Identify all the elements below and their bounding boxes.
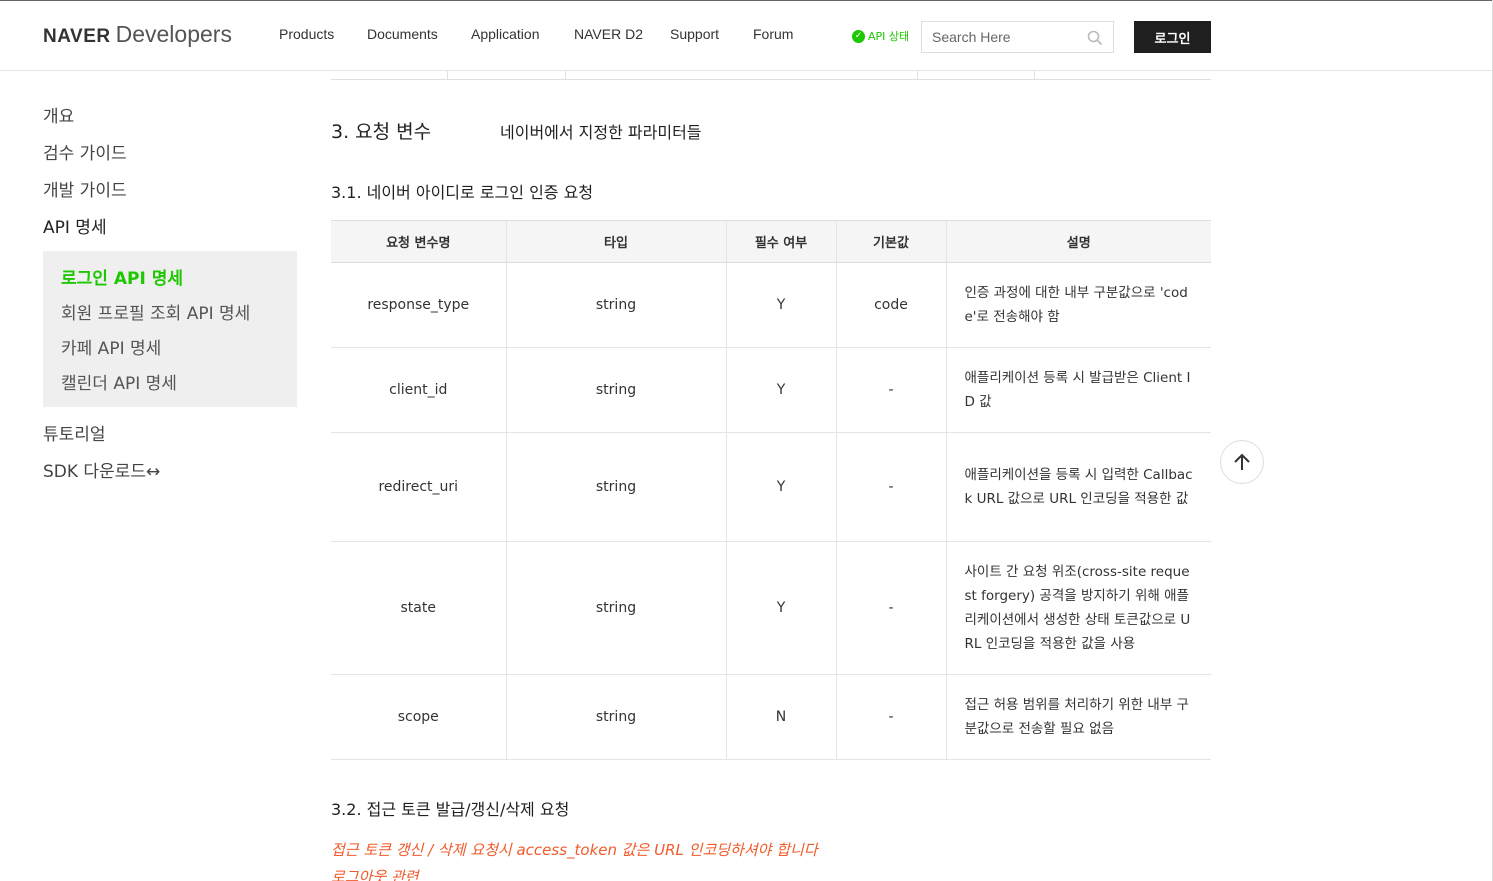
param-name-cell: client_id [331,347,506,433]
param-description-cell: 사이트 간 요청 위조(cross-site request forgery) … [945,541,1211,675]
nav-support[interactable]: Support [670,26,719,42]
submenu-login-api[interactable]: 로그인 API 명세 [61,264,183,289]
param-required-cell: Y [725,432,836,542]
column-header: 기본값 [835,220,946,263]
api-status-link[interactable]: ✓ API 상태 [852,28,909,44]
sidebar-item-overview[interactable]: 개요 [43,102,74,127]
param-default-cell: - [835,347,946,433]
naver-developers-logo[interactable]: NAVER Developers [43,21,232,51]
nav-naver-d2[interactable]: NAVER D2 [574,26,643,42]
param-required-cell: Y [725,347,836,433]
param-required-cell: Y [725,262,836,348]
search-icon[interactable] [1087,30,1103,46]
table-row: client_id string Y - 애플리케이션 등록 시 발급받은 Cl… [331,347,1211,433]
column-header: 설명 [945,220,1211,263]
table-header-row: 요청 변수명 타입 필수 여부 기본값 설명 [331,220,1211,263]
param-description-cell: 애플리케이션을 등록 시 입력한 Callback URL 값으로 URL 인코… [945,432,1211,542]
subsection-token-request: 3.2. 접근 토큰 발급/갱신/삭제 요청 [331,800,570,819]
nav-documents[interactable]: Documents [367,26,438,42]
table-row: state string Y - 사이트 간 요청 위조(cross-site … [331,541,1211,675]
param-required-cell: Y [725,541,836,675]
column-header: 타입 [505,220,726,263]
section-title: 3. 요청 변수 [331,121,432,143]
request-params-table: 요청 변수명 타입 필수 여부 기본값 설명 response_type str… [331,220,1211,760]
param-type-cell: string [505,262,726,348]
search-input[interactable] [922,22,1082,52]
submenu-calendar-api[interactable]: 캘린더 API 명세 [61,369,177,394]
sidebar-item-review-guide[interactable]: 검수 가이드 [43,139,127,164]
table-row: redirect_uri string Y - 애플리케이션을 등록 시 입력한… [331,432,1211,542]
nav-application[interactable]: Application [471,26,540,42]
param-name-cell: scope [331,674,506,760]
param-type-cell: string [505,432,726,542]
param-type-cell: string [505,347,726,433]
login-button[interactable]: 로그인 [1134,21,1211,53]
param-description-cell: 인증 과정에 대한 내부 구분값으로 'code'로 전송해야 함 [945,262,1211,348]
check-circle-icon: ✓ [852,29,865,43]
param-default-cell: - [835,541,946,675]
table-row: response_type string Y code 인증 과정에 대한 내부… [331,262,1211,348]
sidebar-item-api-spec[interactable]: API 명세 [43,213,107,238]
param-type-cell: string [505,674,726,760]
param-default-cell: - [835,674,946,760]
column-header: 요청 변수명 [331,220,506,263]
param-name-cell: redirect_uri [331,432,506,542]
api-status-label: API 상태 [868,30,910,43]
api-spec-submenu: 로그인 API 명세 회원 프로필 조회 API 명세 카페 API 명세 캘린… [43,251,297,407]
url-encoding-note: 접근 토큰 갱신 / 삭제 요청시 access_token 값은 URL 인코… [331,841,818,859]
param-description-cell: 애플리케이션 등록 시 발급받은 Client ID 값 [945,347,1211,433]
nav-forum[interactable]: Forum [753,26,793,42]
param-description-cell: 접근 허용 범위를 처리하기 위한 내부 구분값으로 전송할 필요 없음 [945,674,1211,760]
arrow-up-icon [1234,453,1250,470]
sidebar-item-sdk-download[interactable]: SDK 다운로드↔ [43,457,160,482]
nav-products[interactable]: Products [279,26,334,42]
submenu-cafe-api[interactable]: 카페 API 명세 [61,334,161,359]
sidebar-item-dev-guide[interactable]: 개발 가이드 [43,176,127,201]
scroll-to-top-button[interactable] [1220,440,1264,484]
submenu-profile-api[interactable]: 회원 프로필 조회 API 명세 [61,299,250,324]
sidebar-item-tutorial[interactable]: 튜토리얼 [43,420,106,445]
previous-table-bottom [331,71,1211,80]
logo-product: Developers [115,21,232,47]
column-header: 필수 여부 [725,220,836,263]
table-row: scope string N - 접근 허용 범위를 처리하기 위한 내부 구분… [331,674,1211,760]
subsection-login-auth-request: 3.1. 네이버 아이디로 로그인 인증 요청 [331,183,594,202]
logout-note-cut: 로그아웃 관련 [331,868,419,881]
param-name-cell: state [331,541,506,675]
param-default-cell: - [835,432,946,542]
section-description: 네이버에서 지정한 파라미터들 [500,123,702,142]
search-box [921,21,1114,53]
param-required-cell: N [725,674,836,760]
param-name-cell: response_type [331,262,506,348]
top-header: NAVER Developers Products Documents Appl… [0,0,1493,71]
param-type-cell: string [505,541,726,675]
logo-brand: NAVER [43,26,111,47]
param-default-cell: code [835,262,946,348]
